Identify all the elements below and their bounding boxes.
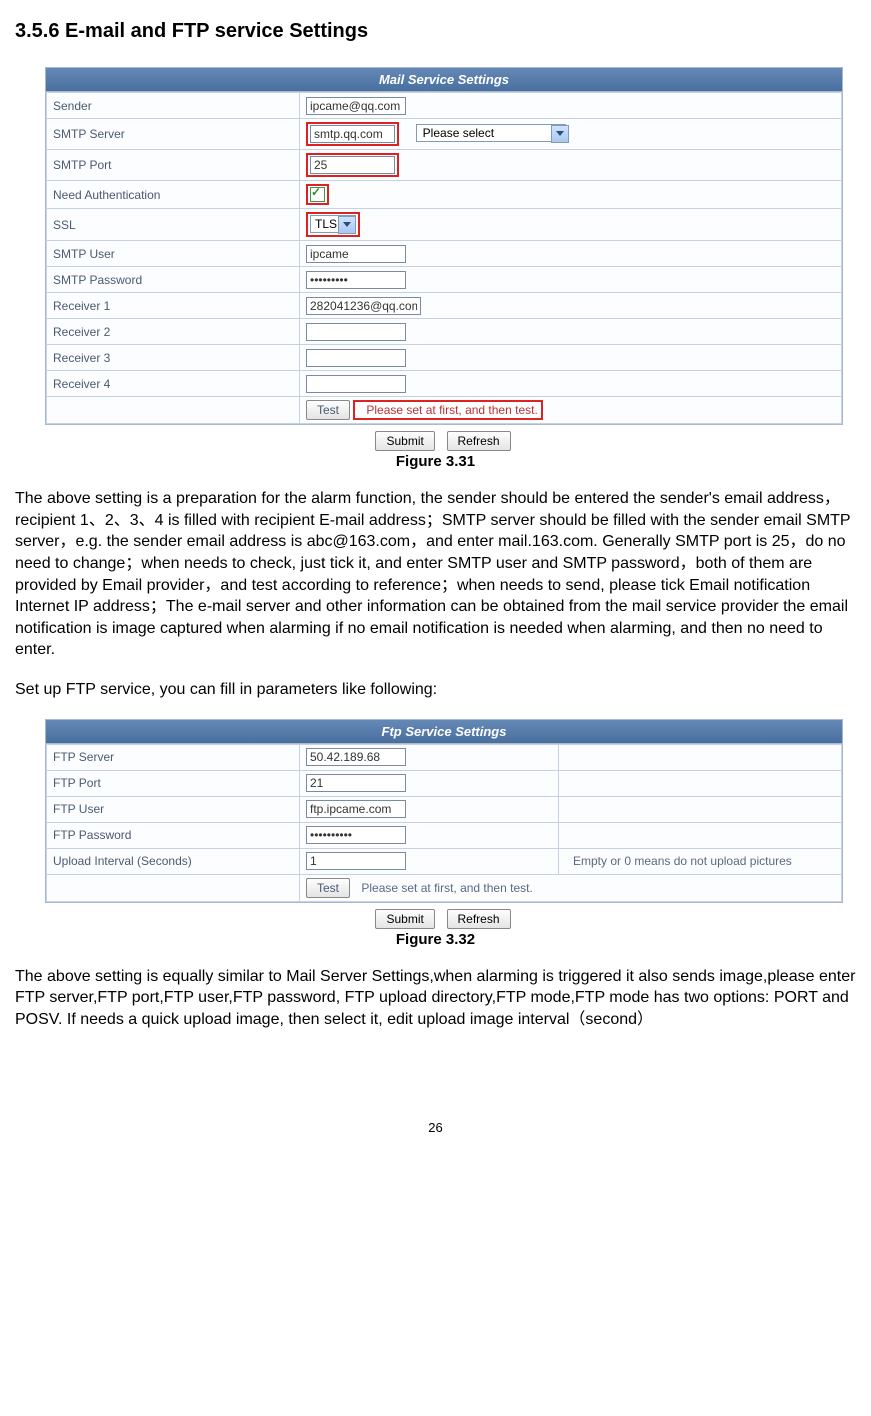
ftp-pass-label: FTP Password: [47, 822, 300, 848]
ftp-settings-table: FTP Server FTP Port FTP User FTP Passwor…: [46, 744, 842, 902]
smtp-pass-label: SMTP Password: [47, 267, 300, 293]
figure-caption-mail: Figure 3.31: [15, 453, 856, 470]
mail-panel-title: Mail Service Settings: [46, 68, 842, 92]
ftp-refresh-button[interactable]: Refresh: [447, 909, 511, 929]
ftp-port-label: FTP Port: [47, 770, 300, 796]
mail-test-button[interactable]: Test: [306, 400, 350, 420]
paragraph-ftp-intro: Set up FTP service, you can fill in para…: [15, 679, 856, 701]
smtp-server-label: SMTP Server: [47, 119, 300, 150]
page-number: 26: [15, 1120, 856, 1135]
ftp-submit-button[interactable]: Submit: [375, 909, 434, 929]
need-auth-checkbox[interactable]: [310, 187, 325, 202]
receiver1-input[interactable]: [306, 297, 421, 315]
mail-submit-button[interactable]: Submit: [375, 431, 434, 451]
smtp-server-input[interactable]: [310, 125, 395, 143]
receiver4-input[interactable]: [306, 375, 406, 393]
smtp-port-label: SMTP Port: [47, 150, 300, 181]
chevron-down-icon: [551, 125, 569, 143]
smtp-pass-input[interactable]: [306, 271, 406, 289]
smtp-server-select[interactable]: Please select: [416, 124, 566, 142]
receiver3-input[interactable]: [306, 349, 406, 367]
section-heading: 3.5.6 E-mail and FTP service Settings: [15, 20, 856, 43]
mail-test-hint: Please set at first, and then test.: [366, 403, 537, 417]
receiver3-label: Receiver 3: [47, 345, 300, 371]
ssl-label: SSL: [47, 209, 300, 241]
ftp-user-label: FTP User: [47, 796, 300, 822]
ftp-panel-title: Ftp Service Settings: [46, 720, 842, 744]
sender-label: Sender: [47, 93, 300, 119]
ftp-server-input[interactable]: [306, 748, 406, 766]
smtp-port-input[interactable]: [310, 156, 395, 174]
ftp-upload-input[interactable]: [306, 852, 406, 870]
figure-caption-ftp: Figure 3.32: [15, 931, 856, 948]
sender-input[interactable]: [306, 97, 406, 115]
smtp-user-input[interactable]: [306, 245, 406, 263]
ftp-upload-hint: Empty or 0 means do not upload pictures: [573, 854, 792, 868]
ftp-server-label: FTP Server: [47, 744, 300, 770]
paragraph-ftp-explain: The above setting is equally similar to …: [15, 966, 856, 1031]
chevron-down-icon: [338, 216, 356, 234]
ftp-user-input[interactable]: [306, 800, 406, 818]
ftp-test-button[interactable]: Test: [306, 878, 350, 898]
ftp-test-hint: Please set at first, and then test.: [361, 881, 532, 895]
smtp-user-label: SMTP User: [47, 241, 300, 267]
receiver1-label: Receiver 1: [47, 293, 300, 319]
mail-settings-table: Sender SMTP Server Please select SMTP Po…: [46, 92, 842, 424]
mail-refresh-button[interactable]: Refresh: [447, 431, 511, 451]
ftp-port-input[interactable]: [306, 774, 406, 792]
receiver4-label: Receiver 4: [47, 371, 300, 397]
ftp-settings-panel: Ftp Service Settings FTP Server FTP Port…: [45, 719, 843, 903]
mail-settings-panel: Mail Service Settings Sender SMTP Server…: [45, 67, 843, 425]
ftp-upload-label: Upload Interval (Seconds): [47, 848, 300, 874]
paragraph-mail-explain: The above setting is a preparation for t…: [15, 488, 856, 661]
receiver2-label: Receiver 2: [47, 319, 300, 345]
ftp-pass-input[interactable]: [306, 826, 406, 844]
need-auth-label: Need Authentication: [47, 181, 300, 209]
receiver2-input[interactable]: [306, 323, 406, 341]
